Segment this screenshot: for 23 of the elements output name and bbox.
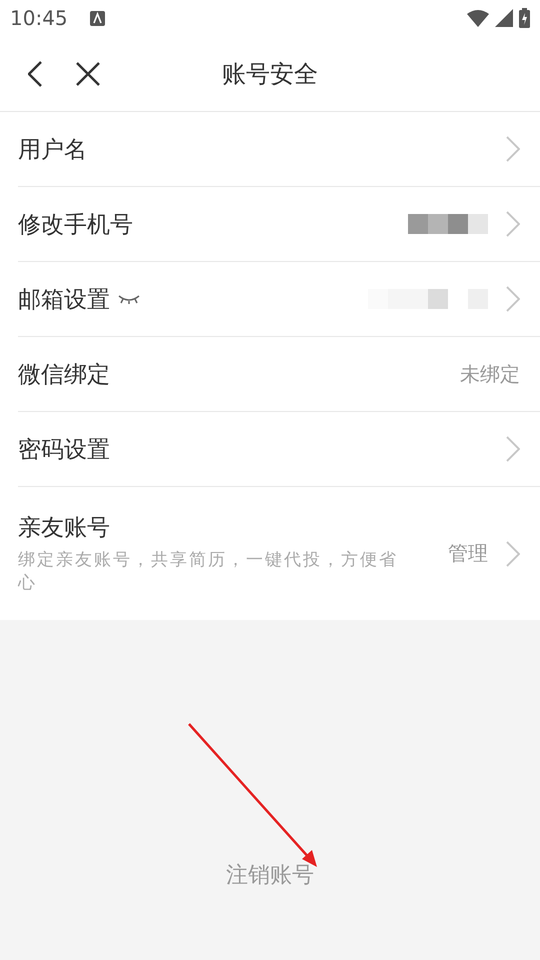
settings-row[interactable]: 用户名 — [18, 112, 540, 187]
row-label: 微信绑定 — [18, 360, 110, 390]
signal-icon — [495, 9, 513, 27]
row-label: 修改手机号 — [18, 210, 133, 240]
row-label: 亲友账号 — [18, 514, 110, 544]
page-title: 账号安全 — [222, 58, 318, 90]
row-label: 密码设置 — [18, 436, 110, 464]
row-label: 邮箱设置 — [18, 286, 110, 314]
settings-row[interactable]: 邮箱设置 — [18, 262, 540, 337]
wifi-icon — [467, 10, 489, 26]
settings-row[interactable]: 微信绑定 未绑定 — [18, 337, 540, 412]
settings-row[interactable]: 亲友账号 绑定亲友账号，共享简历，一键代投，方便省心 管理 — [18, 487, 540, 620]
row-value: 未绑定 — [460, 360, 520, 388]
settings-row[interactable]: 密码设置 — [18, 412, 540, 487]
back-icon[interactable] — [28, 60, 42, 86]
settings-row[interactable]: 修改手机号 — [18, 187, 540, 262]
close-icon[interactable] — [76, 62, 100, 86]
row-value: 管理 — [448, 540, 488, 567]
status-time: 10:45 — [10, 6, 68, 30]
row-description: 绑定亲友账号，共享简历，一键代投，方便省心 — [18, 549, 399, 595]
battery-icon — [519, 8, 530, 28]
row-label: 用户名 — [18, 136, 87, 164]
notification-icon — [90, 10, 105, 26]
